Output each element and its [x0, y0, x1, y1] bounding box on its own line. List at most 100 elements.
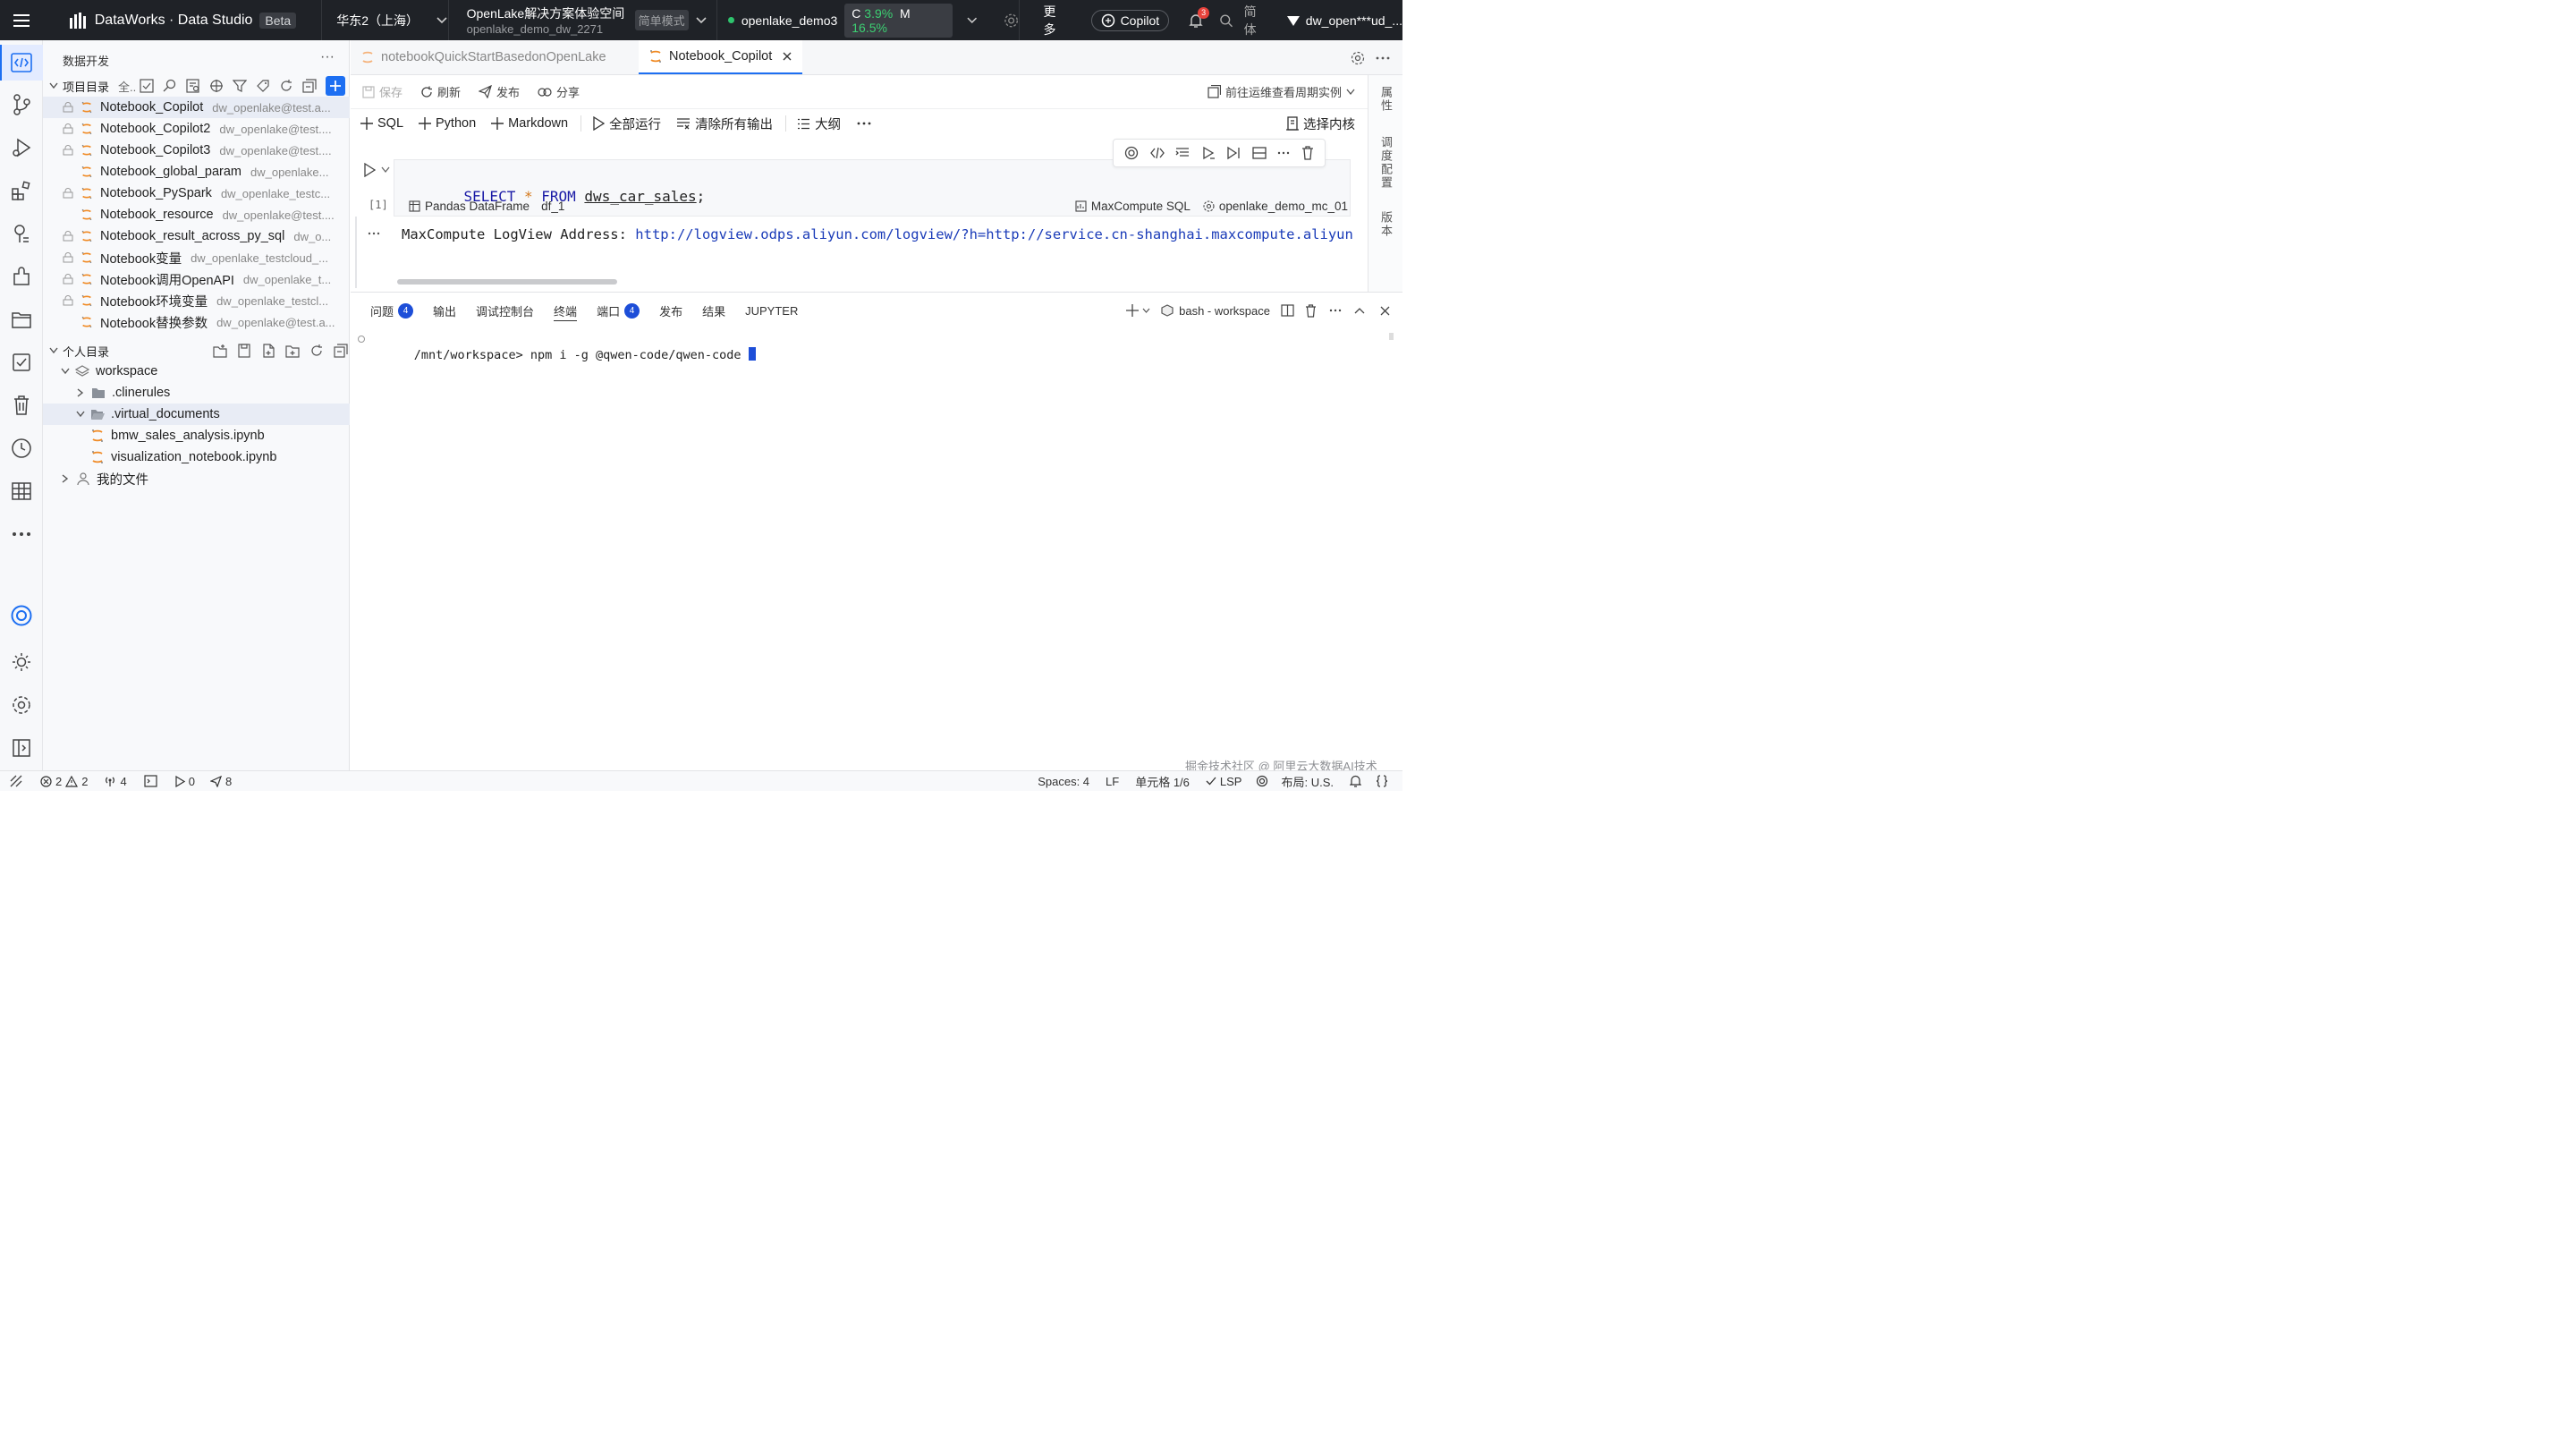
braces-icon[interactable]: [1376, 775, 1388, 787]
keyboard-layout-status[interactable]: 布局: U.S.: [1281, 773, 1334, 790]
project-file-item[interactable]: Notebook_Copilot dw_openlake@test.a...: [43, 97, 350, 118]
theme-sun-icon[interactable]: [0, 644, 43, 680]
project-file-item[interactable]: Notebook替换参数 dw_openlake@test.a...: [43, 311, 350, 333]
refresh-button[interactable]: 刷新: [420, 83, 461, 100]
select-kernel-button[interactable]: 选择内核: [1286, 115, 1355, 133]
app-logo[interactable]: DataWorks · Data Studio Beta: [43, 0, 323, 40]
schedule-config-tab[interactable]: 调度配置: [1368, 136, 1403, 190]
save-button[interactable]: 保存: [362, 83, 402, 100]
tree-node-my-files[interactable]: 我的文件: [43, 468, 350, 489]
more-icon[interactable]: [0, 516, 43, 552]
new-folder-icon[interactable]: [213, 344, 227, 358]
component-icon[interactable]: [0, 259, 43, 294]
close-icon[interactable]: [783, 52, 792, 61]
chevron-up-icon[interactable]: [1354, 307, 1365, 314]
eol-status[interactable]: LF: [1106, 775, 1119, 788]
tab-problems[interactable]: 问题 4: [370, 293, 414, 328]
project-filter-all[interactable]: 全..: [118, 78, 136, 95]
terminal-scrollbar[interactable]: [1389, 333, 1394, 340]
remote-icon[interactable]: [10, 775, 22, 787]
goto-ops-button[interactable]: 前往运维查看周期实例: [1208, 83, 1355, 100]
more-icon[interactable]: [1376, 56, 1390, 60]
search-icon[interactable]: [163, 79, 177, 93]
user-menu[interactable]: dw_open***ud_...: [1286, 13, 1402, 28]
tab-notebook-copilot[interactable]: Notebook_Copilot: [639, 40, 803, 74]
tree-node-virtual-documents[interactable]: .virtual_documents: [43, 404, 350, 425]
project-file-item[interactable]: Notebook_Copilot2 dw_openlake@test....: [43, 118, 350, 140]
indent-status[interactable]: Spaces: 4: [1038, 775, 1089, 788]
run-all-button[interactable]: 全部运行: [592, 115, 661, 133]
output-type-label[interactable]: Pandas DataFrame: [425, 200, 530, 213]
format-icon[interactable]: [1175, 147, 1190, 159]
data-dev-icon[interactable]: [0, 45, 43, 81]
new-file-icon[interactable]: [261, 344, 275, 358]
search-file-icon[interactable]: [186, 79, 200, 93]
copilot-icon[interactable]: [1124, 146, 1139, 160]
properties-tab[interactable]: 属性: [1368, 86, 1403, 113]
tab-publish[interactable]: 发布: [659, 293, 682, 328]
add-sql-cell-button[interactable]: SQL: [360, 116, 403, 131]
search-icon[interactable]: [1219, 13, 1233, 28]
code-icon[interactable]: [1149, 147, 1165, 159]
project-file-item[interactable]: Notebook调用OpenAPI dw_openlake_t...: [43, 268, 350, 290]
cell-position-status[interactable]: 单元格 1/6: [1135, 773, 1190, 790]
split-terminal-icon[interactable]: [1281, 304, 1294, 317]
run-debug-icon[interactable]: [0, 130, 43, 166]
sql-cell[interactable]: SELECT * FROM dws_car_sales; Pandas Data…: [394, 159, 1351, 217]
output-variable[interactable]: df_1: [541, 200, 564, 213]
problems-status[interactable]: 2 2: [40, 775, 88, 788]
project-file-item[interactable]: Notebook_PySpark dw_openlake_testc...: [43, 183, 350, 204]
clock-icon[interactable]: [0, 430, 43, 466]
tab-notebook-quickstart[interactable]: notebookQuickStartBasedonOpenLake: [351, 40, 639, 74]
ports-status[interactable]: 4: [104, 775, 127, 788]
trash-icon[interactable]: [1305, 303, 1317, 318]
more-icon[interactable]: [368, 232, 380, 235]
extensions-icon[interactable]: [0, 173, 43, 208]
settings-gear-icon[interactable]: [1351, 51, 1365, 65]
refresh-icon[interactable]: [309, 344, 324, 358]
project-file-item[interactable]: Notebook_resource dw_openlake@test....: [43, 204, 350, 225]
checklist-icon[interactable]: [0, 344, 43, 380]
chevron-down-icon[interactable]: [381, 166, 390, 174]
run-cell-icon[interactable]: [363, 163, 376, 177]
explorer-more-button[interactable]: ···: [320, 49, 335, 65]
run-below-icon[interactable]: [1226, 146, 1241, 160]
add-file-button[interactable]: [326, 76, 346, 96]
tab-debug-console[interactable]: 调试控制台: [476, 293, 534, 328]
chevron-down-icon[interactable]: [1142, 308, 1150, 313]
bell-icon[interactable]: 3: [1189, 6, 1210, 29]
bell-icon[interactable]: [1350, 775, 1361, 787]
folder-icon[interactable]: [0, 302, 43, 337]
terminal-selector[interactable]: bash - workspace: [1161, 304, 1270, 318]
add-python-cell-button[interactable]: Python: [419, 116, 476, 131]
gear-icon[interactable]: [1004, 13, 1019, 29]
save-icon[interactable]: [237, 344, 251, 358]
project-file-item[interactable]: Notebook环境变量 dw_openlake_testcl...: [43, 290, 350, 311]
more-menu[interactable]: 更多: [1043, 3, 1067, 38]
settings-gear-icon[interactable]: [0, 687, 43, 723]
close-icon[interactable]: [1380, 306, 1390, 316]
collapse-all-icon[interactable]: [302, 79, 317, 93]
outline-button[interactable]: 大纲: [797, 115, 841, 133]
project-file-item[interactable]: Notebook_global_param dw_openlake...: [43, 161, 350, 183]
tab-ports[interactable]: 端口 4: [597, 293, 640, 328]
copilot-icon[interactable]: [1256, 775, 1268, 787]
project-file-item[interactable]: Notebook_Copilot3 dw_openlake@test....: [43, 140, 350, 161]
tab-jupyter[interactable]: JUPYTER: [745, 293, 798, 328]
table-icon[interactable]: [0, 473, 43, 509]
toggle-sidebar-icon[interactable]: [0, 730, 43, 766]
logview-link[interactable]: http://logview.odps.aliyun.com/logview/?…: [635, 226, 1353, 242]
checklist-icon[interactable]: [140, 79, 154, 93]
project-file-item[interactable]: Notebook变量 dw_openlake_testcloud_...: [43, 247, 350, 268]
personal-dir-header[interactable]: 个人目录: [43, 340, 350, 361]
workspace-selector[interactable]: OpenLake解决方案体验空间 openlake_demo_dw_2271 简…: [449, 0, 718, 40]
new-dir-icon[interactable]: [285, 344, 300, 358]
trash-icon[interactable]: [1301, 146, 1314, 160]
tab-terminal[interactable]: 终端: [554, 293, 578, 328]
run-above-icon[interactable]: [1201, 146, 1216, 160]
data-catalog-icon[interactable]: [0, 216, 43, 251]
tree-node-visualization-notebook[interactable]: visualization_notebook.ipynb: [43, 446, 350, 468]
version-tab[interactable]: 版本: [1368, 211, 1403, 238]
share-button[interactable]: 分享: [538, 83, 580, 100]
region-selector[interactable]: 华东2（上海）: [322, 0, 449, 40]
